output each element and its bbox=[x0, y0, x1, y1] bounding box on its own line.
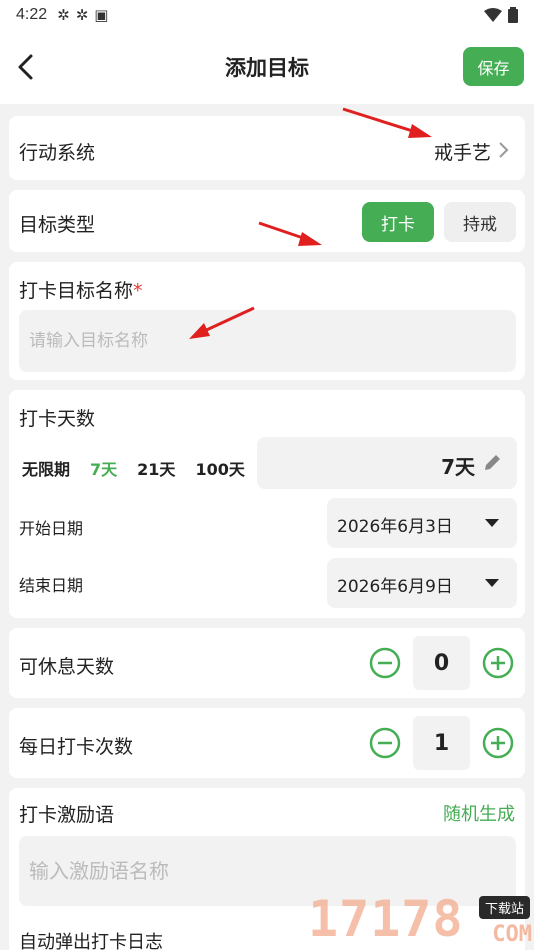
days-option-7[interactable]: 7天 bbox=[90, 456, 117, 480]
minus-circle-icon[interactable] bbox=[369, 647, 401, 679]
status-time: 4:22 bbox=[16, 6, 48, 23]
watermark-digits: 17178 bbox=[308, 890, 464, 948]
days-option-100[interactable]: 100天 bbox=[195, 456, 244, 480]
action-system-value: 戒手艺 bbox=[433, 142, 491, 164]
start-date-select[interactable]: 2026年6月3日 bbox=[327, 498, 517, 548]
rest-days-row: 可休息天数 0 bbox=[9, 628, 525, 698]
pencil-icon bbox=[485, 455, 500, 470]
start-date-label: 开始日期 bbox=[19, 519, 84, 538]
daily-times-row: 每日打卡次数 1 bbox=[9, 708, 525, 778]
goal-name-row: 打卡目标名称* bbox=[9, 262, 525, 380]
motto-label: 打卡激励语 bbox=[19, 804, 115, 826]
caret-down-icon bbox=[485, 519, 499, 527]
daily-times-label: 每日打卡次数 bbox=[19, 736, 134, 758]
random-generate-button[interactable]: 随机生成 bbox=[443, 800, 515, 826]
end-date-label: 结束日期 bbox=[19, 576, 84, 595]
battery-icon bbox=[508, 7, 518, 23]
rest-days-value: 0 bbox=[413, 636, 470, 690]
plus-circle-icon[interactable] bbox=[482, 727, 514, 759]
back-arrow-icon[interactable] bbox=[12, 52, 42, 82]
end-date-select[interactable]: 2026年6月9日 bbox=[327, 558, 517, 608]
days-options: 无限期 7天 21天 100天 bbox=[22, 456, 245, 480]
days-option-21[interactable]: 21天 bbox=[137, 456, 175, 480]
minus-circle-icon[interactable] bbox=[369, 727, 401, 759]
days-value: 7天 bbox=[441, 455, 475, 479]
required-mark: * bbox=[133, 280, 143, 302]
watermark-badge: 下载站 bbox=[478, 896, 530, 919]
caret-down-icon bbox=[485, 579, 499, 587]
goal-type-abstain-option[interactable]: 持戒 bbox=[444, 202, 516, 242]
action-system-label: 行动系统 bbox=[19, 142, 96, 164]
nav-bar: 添加目标 保存 bbox=[0, 30, 534, 104]
goal-name-label: 打卡目标名称* bbox=[19, 280, 143, 302]
status-bar: 4:22 ✲ ✲ ▣ bbox=[0, 0, 534, 30]
chevron-right-icon bbox=[499, 142, 509, 158]
auto-log-label: 自动弹出打卡日志 bbox=[19, 932, 163, 950]
daily-times-value: 1 bbox=[413, 716, 470, 770]
start-date-value: 2026年6月3日 bbox=[337, 517, 453, 537]
days-value-field[interactable]: 7天 bbox=[257, 437, 517, 489]
goal-name-input[interactable] bbox=[19, 310, 516, 372]
rest-days-label: 可休息天数 bbox=[19, 656, 115, 678]
wifi-icon bbox=[484, 8, 502, 22]
goal-type-row: 目标类型 打卡 持戒 bbox=[9, 190, 525, 252]
goal-type-checkin-option[interactable]: 打卡 bbox=[362, 202, 434, 242]
goal-type-label: 目标类型 bbox=[19, 214, 96, 236]
checkin-days-label: 打卡天数 bbox=[19, 408, 96, 430]
sync-icon: ✲ bbox=[57, 6, 70, 24]
notification-icon: ▣ bbox=[94, 6, 109, 24]
page-title: 添加目标 bbox=[225, 56, 309, 80]
sync-icon-2: ✲ bbox=[75, 6, 89, 24]
checkin-days-row: 打卡天数 无限期 7天 21天 100天 7天 开始日期 2026年6月3日 结… bbox=[9, 390, 525, 618]
save-button[interactable]: 保存 bbox=[463, 47, 524, 86]
watermark-logo: 17178 下载站 COM bbox=[308, 888, 534, 950]
days-option-unlimited[interactable]: 无限期 bbox=[22, 456, 70, 480]
action-system-row[interactable]: 行动系统 戒手艺 bbox=[9, 116, 525, 180]
watermark-domain: COM bbox=[492, 922, 532, 947]
end-date-value: 2026年6月9日 bbox=[337, 577, 453, 597]
plus-circle-icon[interactable] bbox=[482, 647, 514, 679]
